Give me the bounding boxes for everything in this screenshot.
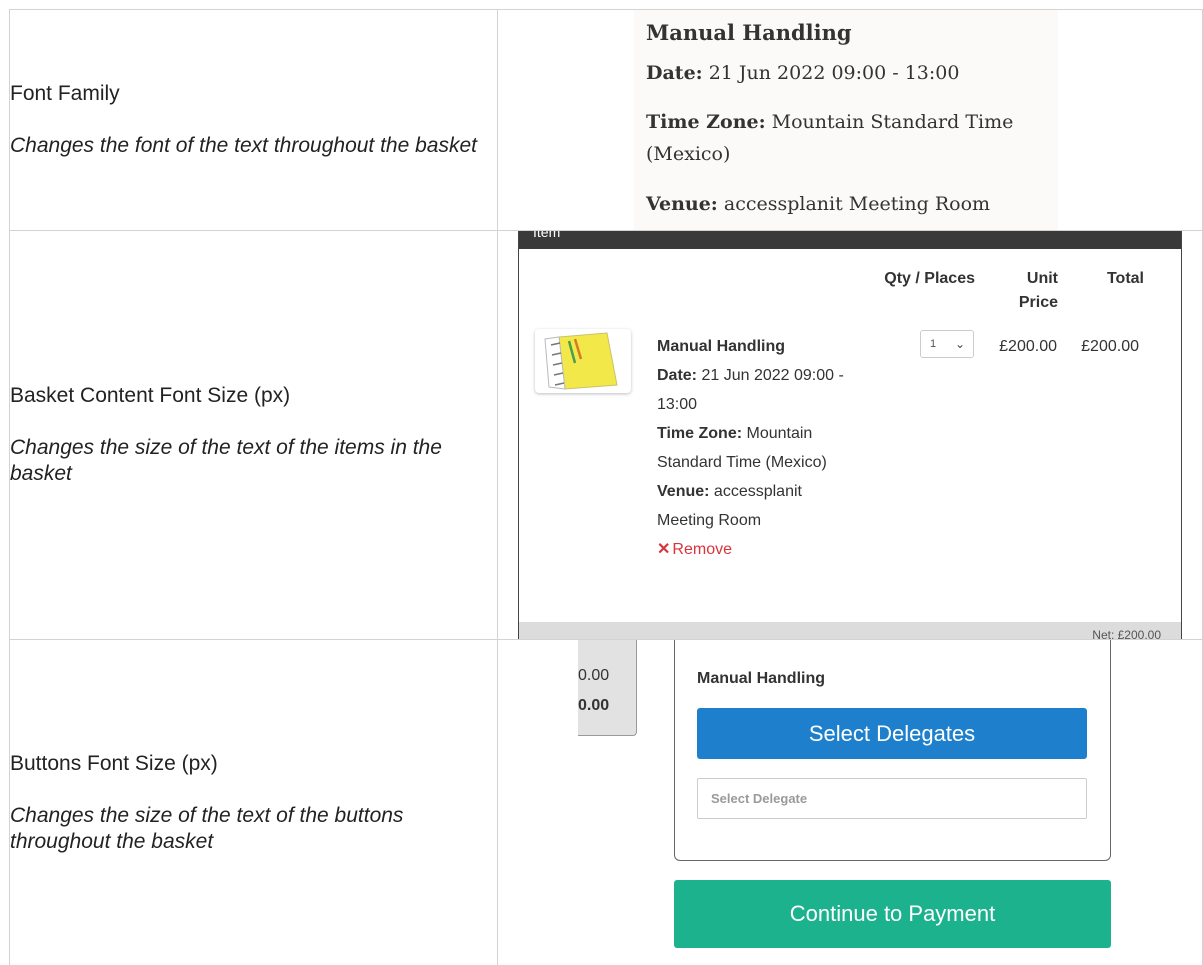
date-line: Date: 21 Jun 2022 09:00 - 13:00 (646, 62, 960, 84)
chevron-down-icon: ⌄ (954, 337, 965, 351)
item-details: Manual Handling Date: 21 Jun 2022 09:00 … (657, 332, 847, 564)
continue-to-payment-button[interactable]: Continue to Payment (674, 880, 1111, 948)
select-delegates-button[interactable]: Select Delegates (697, 708, 1087, 759)
qty-column-header: Qty / Places (884, 270, 975, 287)
settings-table: Font Family Changes the font of the text… (9, 9, 1203, 965)
basket-preview: Item Qty / Places Unit Price Total Manua… (518, 231, 1182, 639)
quantity-select[interactable]: 1 ⌄ (920, 330, 974, 358)
option-title: Font Family (10, 82, 120, 105)
total-column-header: Total (1106, 270, 1144, 287)
option-title: Buttons Font Size (px) (10, 751, 218, 775)
option-cell: Font Family Changes the font of the text… (9, 9, 498, 231)
item-venue: Venue: accessplanit Meeting Room (657, 483, 802, 529)
unit-price-column-header: Unit Price (1018, 270, 1058, 311)
remove-link[interactable]: ✕ Remove (657, 535, 847, 564)
unit-price: £200.00 (999, 338, 1057, 355)
table-row: Font Family Changes the font of the text… (9, 9, 1203, 231)
preview-cell: 0.00 0.00 Manual Handling Select Delegat… (497, 639, 1203, 965)
option-description: Changes the font of the text throughout … (10, 134, 478, 157)
preview-cell: Item Qty / Places Unit Price Total Manua… (497, 230, 1203, 640)
notebook-icon (544, 332, 618, 390)
card-title: Manual Handling (697, 670, 825, 687)
course-title: Manual Handling (646, 20, 852, 45)
option-title: Basket Content Font Size (px) (10, 384, 291, 407)
grand-total-value: 0.00 (578, 697, 610, 714)
table-row: Buttons Font Size (px) Changes the size … (9, 639, 1203, 965)
option-cell: Buttons Font Size (px) Changes the size … (9, 639, 498, 965)
basket-header: Item (519, 231, 1181, 249)
total-price: £200.00 (1081, 338, 1139, 355)
option-description: Changes the size of the text of the butt… (10, 803, 404, 853)
close-icon: ✕ (657, 541, 671, 558)
preview-cell: Manual Handling Date: 21 Jun 2022 09:00 … (497, 9, 1203, 231)
table-row: Basket Content Font Size (px) Changes th… (9, 230, 1203, 640)
venue-line: Venue: accessplanit Meeting Room (646, 193, 991, 215)
timezone-line: Time Zone: Mountain Standard Time (Mexic… (646, 111, 1014, 165)
option-description: Changes the size of the text of the item… (10, 436, 442, 485)
totals-panel: 0.00 0.00 (578, 640, 637, 736)
subtotal-value: 0.00 (578, 667, 610, 684)
item-name: Manual Handling (657, 338, 785, 355)
delegate-select-input[interactable] (697, 778, 1087, 819)
option-cell: Basket Content Font Size (px) Changes th… (9, 230, 498, 640)
delegate-card: Manual Handling Select Delegates (674, 640, 1111, 861)
item-timezone: Time Zone: Mountain Standard Time (Mexic… (657, 425, 827, 471)
basket-net-total: Net: £200.00 (519, 622, 1181, 639)
notebook-thumbnail (535, 329, 631, 393)
font-family-preview: Manual Handling Date: 21 Jun 2022 09:00 … (634, 10, 1058, 230)
item-date: Date: 21 Jun 2022 09:00 - 13:00 (657, 367, 844, 413)
